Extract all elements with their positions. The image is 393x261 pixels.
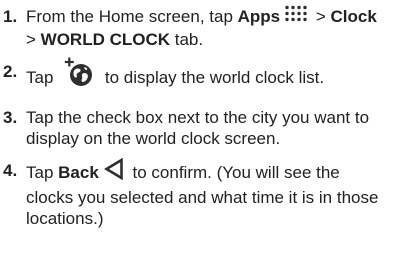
instruction-steps: 1. From the Home screen, tap Apps > Clock… [0, 0, 393, 229]
back-label: Back [58, 162, 99, 182]
step-number: 1. [3, 7, 18, 26]
step-text: Tap [26, 67, 59, 87]
back-triangle-icon [103, 157, 124, 185]
step-number: 4. [3, 160, 18, 180]
apps-label: Apps [237, 7, 281, 26]
add-city-globe-icon [64, 57, 94, 92]
step-text: From the Home screen, tap [26, 7, 238, 26]
step-2: 2. Tap to display the world clock list. [0, 57, 393, 96]
step-text: to display the world clock list. [100, 67, 325, 87]
clock-label: Clock [330, 7, 377, 26]
step-text: Tap [26, 162, 59, 182]
step-text: > [311, 7, 331, 26]
step-number: 3. [3, 107, 18, 127]
step-number: 2. [3, 61, 18, 81]
step-text: Tap the check box next to the city you w… [26, 107, 370, 148]
apps-grid-icon [284, 5, 308, 27]
world-clock-tab-label: WORLD CLOCK [40, 29, 171, 49]
step-text: tab. [170, 29, 204, 49]
step-3: 3. Tap the check box next to the city you… [0, 107, 393, 149]
step-1: 1. From the Home screen, tap Apps > Clock… [0, 5, 393, 50]
step-4: 4. Tap Back to confirm. (You will see the… [0, 157, 393, 229]
step-text: > [26, 29, 41, 49]
